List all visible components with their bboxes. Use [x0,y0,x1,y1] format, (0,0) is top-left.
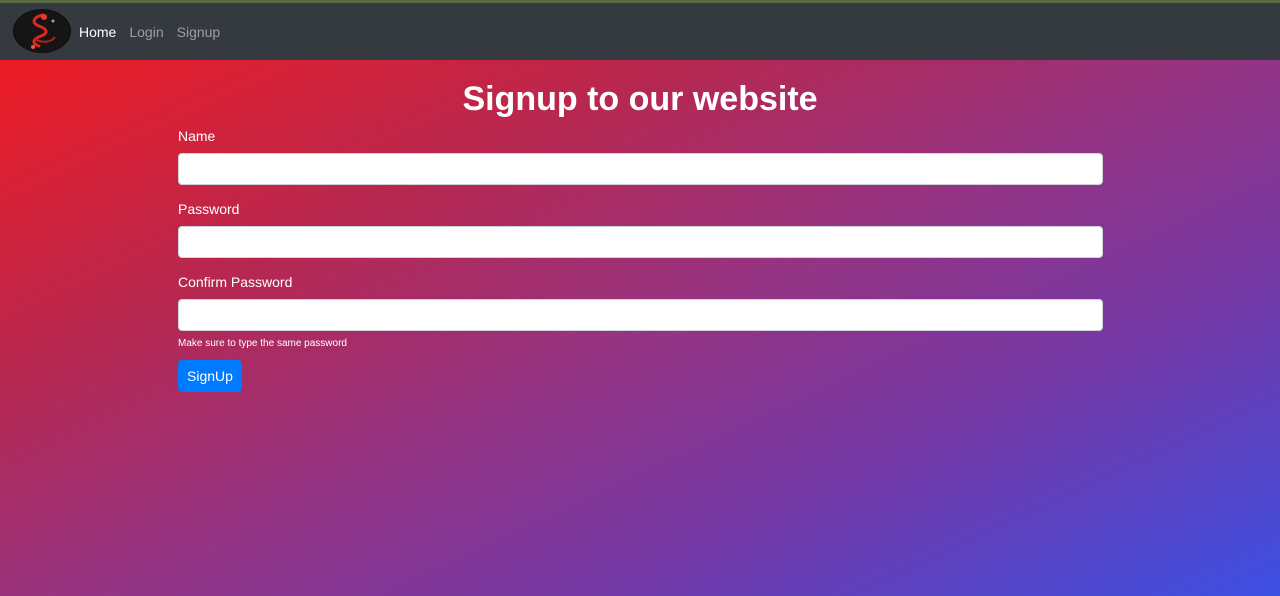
navbar: Home Login Signup [0,3,1280,60]
signup-form: Name Password Confirm Password Make sure… [178,128,1103,366]
nav-links: Home Login Signup [79,3,233,60]
password-help-text: Make sure to type the same password [178,338,347,349]
name-input[interactable] [178,153,1103,185]
name-label: Name [178,128,216,144]
confirm-password-label: Confirm Password [178,274,293,290]
confirm-password-group: Confirm Password Make sure to type the s… [178,274,1103,350]
signup-button[interactable]: SignUp [178,360,242,392]
nav-signup-link[interactable]: Signup [177,24,221,40]
name-group: Name [178,128,1103,185]
password-input[interactable] [178,226,1103,258]
nav-home-link[interactable]: Home [79,24,116,40]
page-title: Signup to our website [462,80,818,118]
confirm-password-input[interactable] [178,299,1103,331]
nav-login-link[interactable]: Login [129,24,163,40]
dragon-logo-icon[interactable] [13,9,71,53]
password-group: Password [178,201,1103,258]
password-label: Password [178,201,240,217]
main-content: Signup to our website Name Password Conf… [0,60,1280,596]
